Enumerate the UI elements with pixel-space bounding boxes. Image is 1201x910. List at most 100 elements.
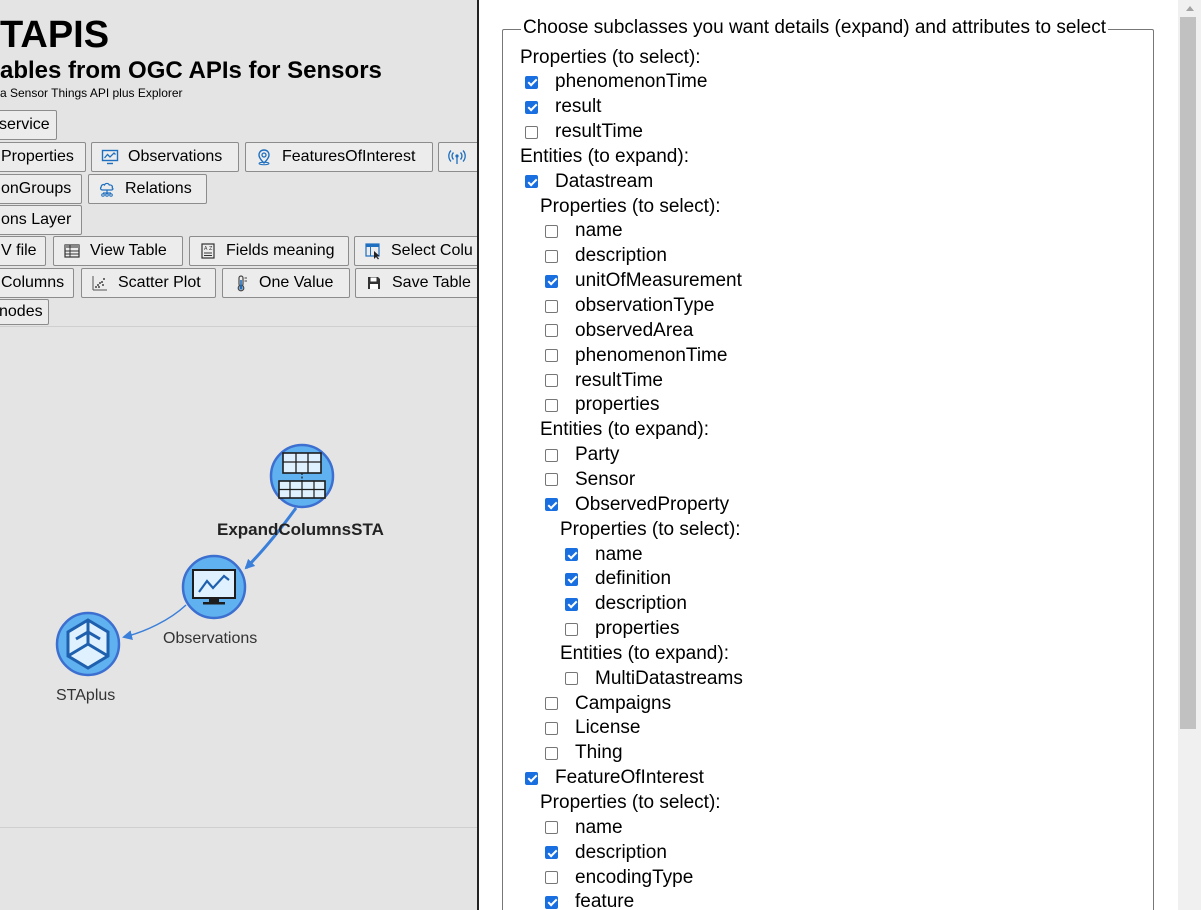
staplus-logo-icon	[66, 618, 110, 670]
checkbox-unchecked[interactable]	[545, 349, 558, 363]
checkbox-row[interactable]: phenomenonTime	[545, 343, 727, 368]
checkbox-row[interactable]: name	[565, 542, 643, 567]
nodes-button[interactable]: nodes	[0, 299, 49, 325]
features-of-interest-button-label: FeaturesOfInterest	[282, 148, 416, 165]
fields-meaning-button[interactable]: AZ Fields meaning	[189, 236, 349, 266]
properties-button[interactable]: Properties	[0, 142, 86, 172]
properties-button-label: Properties	[1, 148, 74, 165]
checkbox-label: Sensor	[575, 468, 636, 490]
checkbox-row[interactable]: resultTime	[525, 120, 643, 145]
checkbox-unchecked[interactable]	[545, 398, 558, 412]
section-header-label: Entities (to expand):	[540, 419, 709, 441]
save-table-button[interactable]: Save Table	[355, 268, 477, 298]
checkbox-checked[interactable]	[525, 771, 538, 785]
checkbox-label: resultTime	[575, 369, 663, 391]
checkbox-row[interactable]: MultiDatastreams	[565, 666, 743, 691]
checkbox-row[interactable]: Campaigns	[545, 691, 671, 716]
checkbox-row[interactable]: Party	[545, 443, 619, 468]
section-header-label: Entities (to expand):	[520, 145, 689, 167]
observations-button[interactable]: Observations	[91, 142, 239, 172]
checkbox-unchecked[interactable]	[565, 622, 578, 636]
checkbox-row[interactable]: Datastream	[525, 169, 653, 194]
checkbox-unchecked[interactable]	[545, 721, 558, 735]
section-header-label: Entities (to expand):	[560, 642, 729, 664]
checkbox-row[interactable]: properties	[565, 617, 680, 642]
checkbox-unchecked[interactable]	[545, 473, 558, 487]
checkbox-unchecked[interactable]	[545, 374, 558, 388]
scrollbar-thumb[interactable]	[1180, 17, 1196, 729]
node-expand-columns-sta[interactable]	[269, 443, 335, 509]
scatter-plot-button-label: Scatter Plot	[118, 274, 201, 291]
checkbox-unchecked[interactable]	[525, 125, 538, 139]
checkbox-row[interactable]: description	[545, 244, 667, 269]
node-label-staplus: STAplus	[56, 687, 116, 704]
checkbox-unchecked[interactable]	[545, 821, 558, 835]
checkbox-row[interactable]: Sensor	[545, 467, 635, 492]
section-header-label: Properties (to select):	[540, 195, 721, 217]
checkbox-row[interactable]: name	[545, 219, 623, 244]
csv-file-button[interactable]: V file	[0, 236, 46, 266]
checkbox-unchecked[interactable]	[565, 672, 578, 686]
checkbox-checked[interactable]	[525, 175, 538, 189]
checkbox-checked[interactable]	[525, 75, 538, 89]
sensors-button[interactable]	[438, 142, 477, 172]
checkbox-unchecked[interactable]	[545, 871, 558, 885]
checkbox-row[interactable]: phenomenonTime	[525, 70, 707, 95]
node-staplus[interactable]	[55, 611, 121, 677]
scroll-up-arrow[interactable]	[1178, 0, 1201, 17]
checkbox-row[interactable]: result	[525, 95, 601, 120]
observation-groups-button[interactable]: onGroups	[0, 174, 82, 204]
checkbox-row[interactable]: description	[565, 592, 687, 617]
checkbox-row[interactable]: properties	[545, 393, 660, 418]
checkbox-label: encodingType	[575, 866, 694, 888]
checkbox-row[interactable]: feature	[545, 890, 634, 910]
checkbox-checked[interactable]	[545, 846, 558, 860]
checkbox-label: Campaigns	[575, 692, 672, 714]
service-button[interactable]: service	[0, 110, 57, 140]
dictionary-icon: AZ	[198, 241, 218, 261]
checkbox-unchecked[interactable]	[545, 299, 558, 313]
checkbox-checked[interactable]	[545, 274, 558, 288]
one-value-button[interactable]: One Value	[222, 268, 350, 298]
checkbox-checked[interactable]	[565, 548, 578, 561]
checkbox-checked[interactable]	[545, 498, 558, 512]
checkbox-checked[interactable]	[565, 597, 578, 611]
checkbox-checked[interactable]	[565, 572, 578, 586]
checkbox-unchecked[interactable]	[545, 448, 558, 462]
thermometer-icon	[231, 273, 251, 293]
checkbox-checked[interactable]	[525, 100, 538, 114]
select-columns-button[interactable]: Select Colu	[354, 236, 477, 266]
checkbox-unchecked[interactable]	[545, 224, 558, 238]
checkbox-unchecked[interactable]	[545, 249, 558, 263]
checkbox-row[interactable]: unitOfMeasurement	[545, 269, 742, 294]
checkbox-unchecked[interactable]	[545, 746, 558, 760]
view-table-button[interactable]: View Table	[53, 236, 183, 266]
checkbox-label: result	[555, 96, 602, 118]
checkbox-row[interactable]: FeatureOfInterest	[525, 766, 704, 791]
checkbox-row[interactable]: observationType	[545, 294, 714, 319]
section-header-label: Properties (to select):	[560, 518, 741, 540]
map-pin-icon	[254, 147, 274, 167]
observations-layer-button[interactable]: ons Layer	[0, 205, 82, 235]
checkbox-row[interactable]: encodingType	[545, 865, 693, 890]
checkbox-row[interactable]: name	[545, 815, 623, 840]
scatter-plot-button[interactable]: Scatter Plot	[81, 268, 216, 298]
checkbox-label: observationType	[575, 295, 715, 316]
checkbox-unchecked[interactable]	[545, 324, 558, 338]
node-observations[interactable]	[181, 554, 247, 620]
checkbox-row[interactable]: ObservedProperty	[545, 492, 729, 517]
checkbox-label: name	[595, 543, 643, 565]
features-of-interest-button[interactable]: FeaturesOfInterest	[245, 142, 433, 172]
checkbox-row[interactable]: License	[545, 716, 641, 741]
checkbox-row[interactable]: resultTime	[545, 368, 663, 393]
node-label-observations: Observations	[163, 630, 258, 647]
checkbox-label: description	[595, 593, 687, 615]
checkbox-checked[interactable]	[545, 895, 558, 909]
checkbox-unchecked[interactable]	[545, 697, 558, 711]
checkbox-row[interactable]: definition	[565, 567, 671, 592]
relations-button[interactable]: Relations	[88, 174, 207, 204]
checkbox-row[interactable]: observedArea	[545, 318, 693, 343]
columns-button[interactable]: Columns	[0, 268, 74, 298]
checkbox-row[interactable]: description	[545, 840, 667, 865]
checkbox-row[interactable]: Thing	[545, 741, 623, 766]
